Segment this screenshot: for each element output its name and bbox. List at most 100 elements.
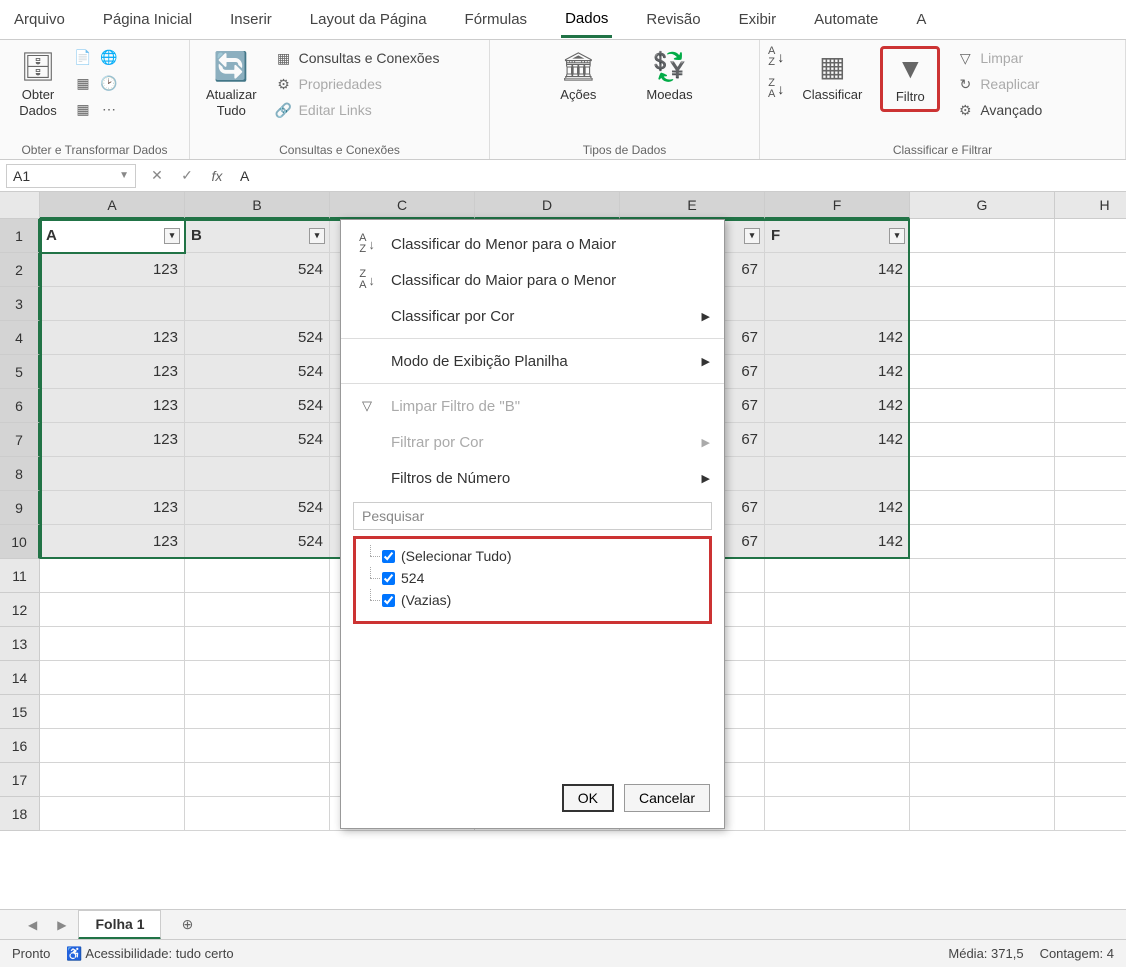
cell[interactable] xyxy=(1055,389,1126,423)
col-header-f[interactable]: F xyxy=(765,192,910,219)
row-header-14[interactable]: 14 xyxy=(0,661,40,695)
cell[interactable] xyxy=(910,763,1055,797)
col-header-h[interactable]: H xyxy=(1055,192,1126,219)
cell[interactable] xyxy=(765,729,910,763)
filter-search-input[interactable]: Pesquisar xyxy=(353,502,712,530)
tab-inserir[interactable]: Inserir xyxy=(226,3,276,36)
confirm-formula-button[interactable]: ✓ xyxy=(172,167,202,184)
cell[interactable] xyxy=(765,457,910,491)
filter-dropdown-icon[interactable]: ▾ xyxy=(164,228,180,244)
cell[interactable] xyxy=(765,593,910,627)
cell[interactable] xyxy=(1055,253,1126,287)
filter-select-all[interactable]: (Selecionar Tudo) xyxy=(366,545,699,567)
cell[interactable] xyxy=(1055,525,1126,559)
cell[interactable] xyxy=(1055,593,1126,627)
cell[interactable] xyxy=(910,491,1055,525)
select-all-checkbox[interactable] xyxy=(382,550,395,563)
cell[interactable]: 142 xyxy=(765,321,910,355)
cell[interactable] xyxy=(185,457,330,491)
row-header-16[interactable]: 16 xyxy=(0,729,40,763)
cell[interactable] xyxy=(185,559,330,593)
cell[interactable] xyxy=(1055,287,1126,321)
cancel-formula-button[interactable]: ✕ xyxy=(142,167,172,184)
cell[interactable] xyxy=(1055,355,1126,389)
classificar-button[interactable]: ▦ Classificar xyxy=(794,46,870,107)
cell[interactable] xyxy=(40,593,185,627)
sheet-nav-prev[interactable]: ◀ xyxy=(20,918,45,932)
cell[interactable] xyxy=(185,627,330,661)
cell[interactable] xyxy=(40,287,185,321)
cell[interactable] xyxy=(185,729,330,763)
cell[interactable]: 142 xyxy=(765,355,910,389)
tab-dados[interactable]: Dados xyxy=(561,2,612,38)
filter-blanks[interactable]: (Vazias) xyxy=(366,589,699,611)
filter-dropdown-icon[interactable]: ▾ xyxy=(744,228,760,244)
cell[interactable] xyxy=(910,389,1055,423)
cell[interactable] xyxy=(910,729,1055,763)
cell[interactable] xyxy=(765,695,910,729)
cell[interactable] xyxy=(185,763,330,797)
cell[interactable]: 142 xyxy=(765,491,910,525)
accessibility-status[interactable]: ♿ Acessibilidade: tudo certo xyxy=(66,946,233,962)
row-header-10[interactable]: 10 xyxy=(0,525,40,559)
cell[interactable] xyxy=(1055,423,1126,457)
other-icon[interactable]: ⋯ xyxy=(98,98,120,120)
cell[interactable] xyxy=(910,321,1055,355)
cell[interactable] xyxy=(185,287,330,321)
cell[interactable] xyxy=(185,593,330,627)
filtro-button[interactable]: ▼ Filtro xyxy=(880,46,940,112)
formula-input[interactable]: A xyxy=(232,165,1126,187)
cell[interactable]: 524 xyxy=(185,389,330,423)
sort-descending-menuitem[interactable]: ZA↓ Classificar do Maior para o Menor xyxy=(341,262,724,298)
avancado-button[interactable]: ⚙ Avançado xyxy=(950,98,1048,122)
tab-ajuda[interactable]: A xyxy=(912,3,930,36)
row-header-13[interactable]: 13 xyxy=(0,627,40,661)
moedas-button[interactable]: 💱 Moedas xyxy=(638,46,700,107)
row-header-6[interactable]: 6 xyxy=(0,389,40,423)
cell[interactable]: 142 xyxy=(765,389,910,423)
cell[interactable] xyxy=(40,661,185,695)
cell[interactable] xyxy=(765,559,910,593)
cell[interactable]: F▾ xyxy=(765,219,910,253)
cell[interactable] xyxy=(910,219,1055,253)
cell[interactable] xyxy=(910,525,1055,559)
from-text-icon[interactable]: 📄 xyxy=(72,46,94,68)
cell[interactable] xyxy=(1055,627,1126,661)
cell[interactable] xyxy=(1055,695,1126,729)
cell[interactable] xyxy=(40,797,185,831)
cell[interactable] xyxy=(40,457,185,491)
from-web-icon[interactable]: 🌐 xyxy=(98,46,120,68)
cell[interactable] xyxy=(1055,457,1126,491)
fx-button[interactable]: fx xyxy=(202,168,232,184)
row-header-4[interactable]: 4 xyxy=(0,321,40,355)
tab-automate[interactable]: Automate xyxy=(810,3,882,36)
cell[interactable] xyxy=(1055,491,1126,525)
number-filters-menuitem[interactable]: Filtros de Número ▶ xyxy=(341,460,724,496)
cell[interactable] xyxy=(910,559,1055,593)
cell[interactable] xyxy=(910,423,1055,457)
cancel-button[interactable]: Cancelar xyxy=(624,784,710,812)
cell[interactable] xyxy=(40,559,185,593)
filter-dropdown-icon[interactable]: ▾ xyxy=(889,228,905,244)
tab-layout[interactable]: Layout da Página xyxy=(306,3,431,36)
col-header-a[interactable]: A xyxy=(40,192,185,219)
cell[interactable] xyxy=(910,593,1055,627)
cell[interactable]: 524 xyxy=(185,423,330,457)
consultas-conexoes-button[interactable]: ▦ Consultas e Conexões xyxy=(269,46,446,70)
row-header-3[interactable]: 3 xyxy=(0,287,40,321)
row-header-18[interactable]: 18 xyxy=(0,797,40,831)
tab-arquivo[interactable]: Arquivo xyxy=(10,3,69,36)
cell[interactable]: 524 xyxy=(185,525,330,559)
atualizar-tudo-button[interactable]: 🔄 Atualizar Tudo xyxy=(198,46,265,122)
add-sheet-button[interactable]: ⊕ xyxy=(175,913,199,937)
col-header-g[interactable]: G xyxy=(910,192,1055,219)
col-header-e[interactable]: E xyxy=(620,192,765,219)
select-all-corner[interactable] xyxy=(0,192,40,219)
col-header-d[interactable]: D xyxy=(475,192,620,219)
row-header-9[interactable]: 9 xyxy=(0,491,40,525)
cell[interactable]: 123 xyxy=(40,389,185,423)
cell[interactable] xyxy=(765,287,910,321)
sheet-tab-folha1[interactable]: Folha 1 xyxy=(78,910,161,940)
cell[interactable]: 524 xyxy=(185,491,330,525)
sort-by-color-menuitem[interactable]: Classificar por Cor ▶ xyxy=(341,298,724,334)
